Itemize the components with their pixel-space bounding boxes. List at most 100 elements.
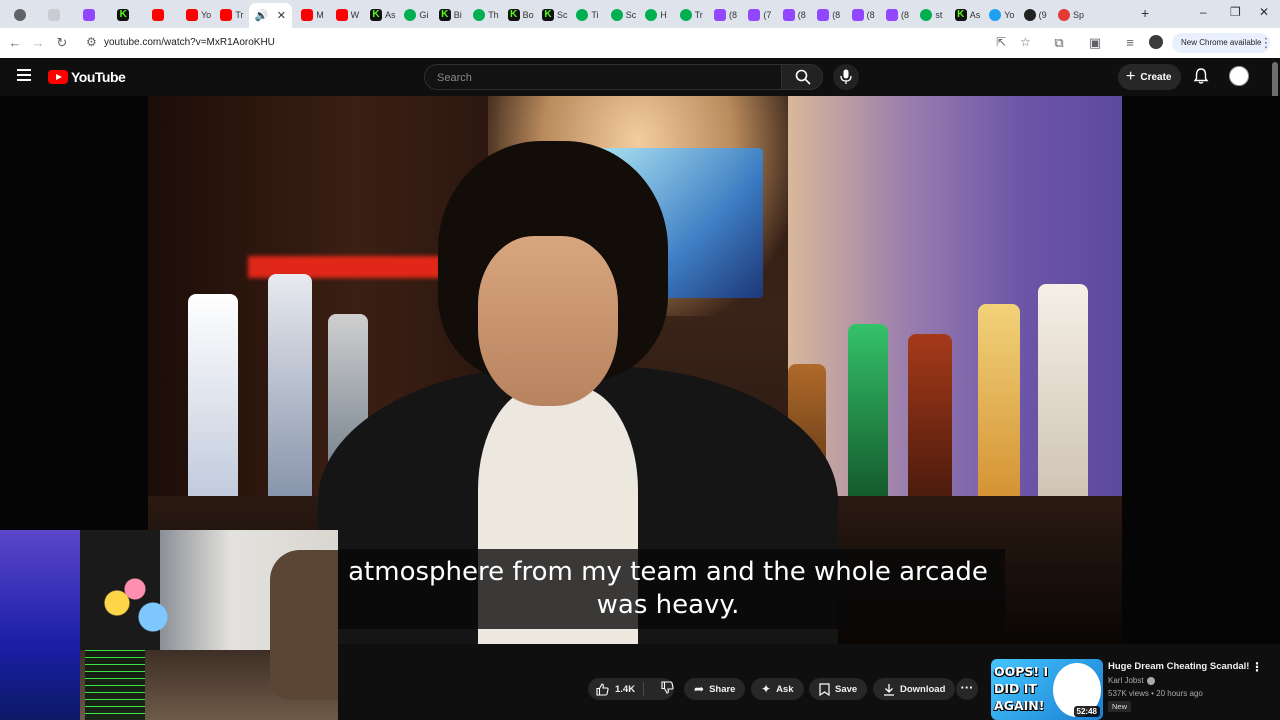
- profile-avatar[interactable]: [1149, 35, 1163, 49]
- browser-tab[interactable]: [151, 5, 167, 25]
- browser-tab[interactable]: W: [335, 5, 359, 25]
- like-button[interactable]: 1.4K: [588, 682, 644, 696]
- thumbnail-text-line: AGAIN!: [994, 698, 1045, 713]
- notifications-bell-icon[interactable]: [1192, 67, 1210, 85]
- browser-tab[interactable]: [14, 5, 29, 25]
- person-face: [478, 236, 618, 406]
- bottle: [848, 324, 888, 524]
- browser-tab[interactable]: Th: [473, 5, 499, 25]
- gx-icon: [645, 9, 658, 21]
- browser-tab[interactable]: (8: [817, 5, 840, 25]
- verified-badge-icon: [1146, 676, 1155, 685]
- save-label: Save: [835, 683, 858, 695]
- microphone-icon: [840, 69, 852, 84]
- recommended-more-icon[interactable]: ⋮: [1251, 660, 1263, 674]
- browser-tab[interactable]: K As: [954, 5, 980, 25]
- browser-tab[interactable]: Ti: [576, 5, 599, 25]
- recommended-title[interactable]: Huge Dream Cheating Scandal!: [1108, 661, 1258, 672]
- bottle: [268, 274, 312, 524]
- extensions-icon[interactable]: ⧉: [1051, 35, 1067, 51]
- browser-tab[interactable]: Sc: [610, 5, 636, 25]
- download-button[interactable]: Download: [873, 678, 956, 700]
- gx-icon: [576, 9, 589, 21]
- browser-tab[interactable]: (8: [714, 5, 737, 25]
- browser-tab[interactable]: K Sc: [542, 5, 568, 25]
- channel-name: Karl Jobst: [1108, 676, 1144, 685]
- browser-tab[interactable]: Tr: [679, 5, 703, 25]
- restore-button[interactable]: ❐: [1230, 5, 1241, 19]
- browser-tab[interactable]: Gi: [404, 5, 428, 25]
- minimize-button[interactable]: –: [1200, 5, 1207, 19]
- close-window-button[interactable]: ✕: [1259, 5, 1269, 19]
- webcam-monitor: [0, 530, 80, 720]
- reading-list-icon[interactable]: ≡: [1122, 35, 1138, 51]
- browser-tab[interactable]: [82, 5, 98, 25]
- share-button[interactable]: ➦ Share: [684, 678, 746, 700]
- thumbnail-text-line: DID IT: [994, 681, 1037, 696]
- voice-search-button[interactable]: [833, 64, 859, 90]
- share-arrow-icon: ➦: [694, 682, 705, 696]
- more-actions-button[interactable]: ···: [956, 678, 978, 700]
- browser-tab-title: Ti: [591, 10, 599, 20]
- share-label: Share: [709, 683, 736, 695]
- new-chrome-available-button[interactable]: New Chrome available: [1172, 33, 1271, 53]
- browser-tab[interactable]: [48, 5, 63, 25]
- browser-tab[interactable]: Sp: [1058, 5, 1084, 25]
- browser-tab-title: Yo: [201, 10, 212, 20]
- kick-icon: K: [438, 9, 451, 21]
- dislike-button[interactable]: [649, 681, 674, 697]
- browser-tab[interactable]: Yo: [989, 5, 1014, 25]
- create-button[interactable]: + Create: [1118, 64, 1182, 90]
- browser-tab-title: Yo: [1004, 10, 1015, 20]
- browser-tab[interactable]: (8: [851, 5, 875, 25]
- youtube-logo[interactable]: YouTube: [48, 69, 126, 85]
- browser-tab[interactable]: K Bo: [507, 5, 534, 25]
- browser-tab[interactable]: (8: [782, 5, 806, 25]
- recommended-channel[interactable]: Karl Jobst: [1108, 676, 1155, 685]
- address-bar[interactable]: ⚙ youtube.com/watch?v=MxR1AoroKHU ⇱ ☆: [80, 32, 1040, 54]
- browser-tab[interactable]: K As: [370, 5, 396, 25]
- forward-icon[interactable]: →: [30, 35, 46, 51]
- close-tab-icon[interactable]: ✕: [277, 9, 286, 22]
- browser-tab[interactable]: Tr: [220, 5, 244, 25]
- thumbnail-text: OOPS! I DID IT AGAIN!: [994, 663, 1048, 714]
- search-input[interactable]: [435, 65, 769, 91]
- browser-tab[interactable]: (7: [748, 5, 771, 25]
- account-avatar[interactable]: [1229, 66, 1249, 86]
- browser-tab[interactable]: K: [117, 5, 132, 25]
- hamburger-menu-icon[interactable]: [17, 69, 31, 81]
- twitch-icon: [817, 9, 830, 21]
- save-button[interactable]: Save: [809, 678, 868, 700]
- new-tab-button[interactable]: +: [1141, 5, 1149, 21]
- youtube-icon: [301, 9, 314, 21]
- gx-icon: [679, 9, 692, 21]
- search-button[interactable]: [781, 64, 823, 90]
- recommended-thumbnail[interactable]: OOPS! I DID IT AGAIN! 52:48: [991, 659, 1103, 720]
- browser-tab[interactable]: (9: [1023, 5, 1047, 25]
- gx-icon: [610, 9, 623, 21]
- youtube-icon: [151, 9, 164, 21]
- chrome-menu-icon[interactable]: ⋮: [1258, 35, 1274, 51]
- browser-tab[interactable]: Yo: [186, 5, 211, 25]
- back-icon[interactable]: ←: [7, 35, 23, 51]
- ask-label: Ask: [776, 683, 794, 695]
- browser-tab[interactable]: K Bi: [438, 5, 462, 25]
- plus-icon: +: [1126, 68, 1136, 85]
- split-view-icon[interactable]: ▣: [1087, 35, 1103, 51]
- kick-icon: K: [954, 9, 967, 21]
- site-info-icon[interactable]: ⚙: [86, 35, 97, 49]
- install-app-icon[interactable]: ⇱: [996, 35, 1006, 49]
- browser-tab[interactable]: st: [920, 5, 942, 25]
- browser-tab-title: (8: [729, 10, 738, 20]
- ask-button[interactable]: ✦ Ask: [751, 678, 804, 700]
- reload-icon[interactable]: ↻: [54, 35, 70, 51]
- browser-tab[interactable]: M: [301, 5, 324, 25]
- twitch-icon: [851, 9, 864, 21]
- bottle: [978, 304, 1020, 524]
- browser-tab[interactable]: H: [645, 5, 667, 25]
- video-duration: 52:48: [1073, 706, 1100, 717]
- browser-tab[interactable]: (8: [886, 5, 909, 25]
- bookmark-star-icon[interactable]: ☆: [1020, 35, 1031, 49]
- browser-tab[interactable]: 🔊 ✕: [248, 3, 293, 28]
- recommended-video[interactable]: OOPS! I DID IT AGAIN! 52:48 Huge Dream C…: [991, 659, 1280, 720]
